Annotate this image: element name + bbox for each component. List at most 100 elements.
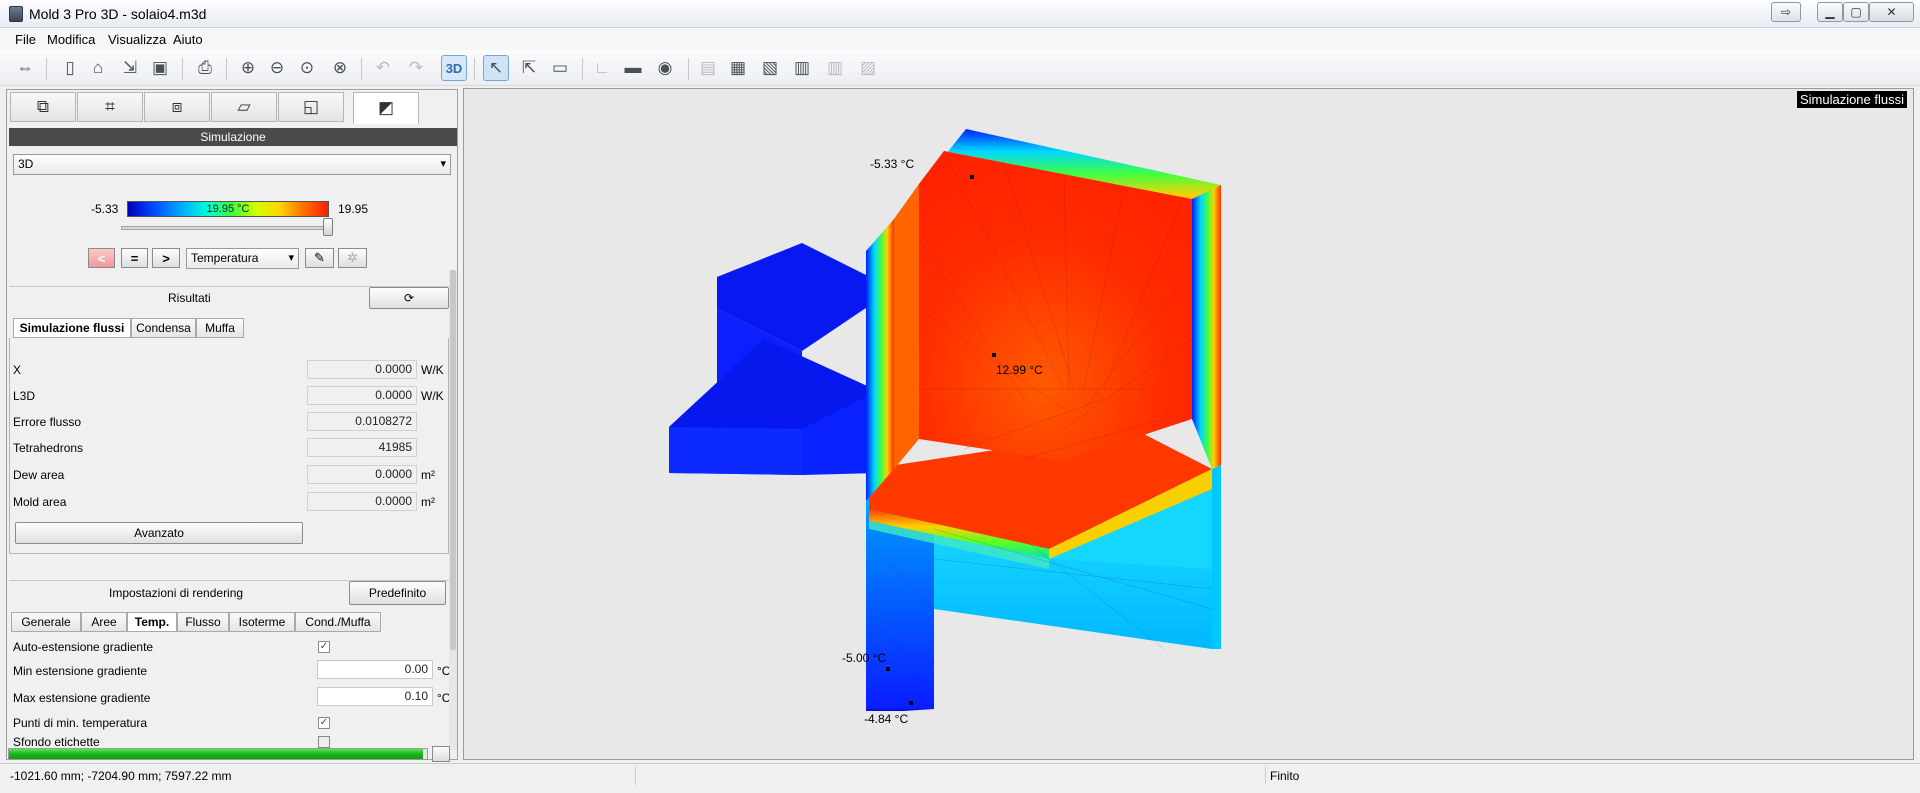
result-label-errore-flusso: Errore flusso — [13, 415, 82, 429]
import-icon[interactable]: ⇲ — [117, 55, 143, 81]
result-label-x: X — [13, 363, 22, 377]
menu-visualizza[interactable]: Visualizza — [108, 32, 166, 47]
left-panel: ⧉ ⌗ ⧈ ▱ ◱ ◩ Simulazione 3D -5.33 19.95 °… — [6, 89, 458, 760]
report-table-icon[interactable]: ▦ — [725, 55, 751, 81]
eyedropper-button[interactable]: ✎ — [305, 248, 334, 268]
status-state: Finito — [1270, 769, 1300, 783]
print-icon[interactable]: ⎙ — [192, 55, 218, 81]
measure-icon[interactable]: ▭ — [547, 55, 573, 81]
save-icon[interactable]: ▣ — [147, 55, 173, 81]
result-value-tetrahedrons: 41985 — [307, 438, 417, 457]
scale-slider-thumb[interactable] — [323, 218, 333, 236]
pan-icon[interactable]: ⇔ — [12, 55, 38, 81]
simulation-icon: ◩ — [377, 98, 395, 117]
menu-bar: File Modifica Visualizza Aiuto — [0, 28, 1920, 50]
viewport-3d[interactable]: -5.33 °C 12.99 °C -5.00 °C -4.84 °C Simu… — [463, 88, 1914, 760]
report-disabled-icon[interactable]: ▨ — [855, 55, 881, 81]
minimize-button[interactable]: ▁ — [1817, 2, 1843, 22]
new-file-icon[interactable]: ▯ — [57, 55, 83, 81]
scale-slider-track[interactable] — [121, 226, 333, 230]
redo-icon[interactable]: ↷ — [403, 55, 429, 81]
result-label-mold-area: Mold area — [13, 495, 67, 509]
view-3d-button[interactable]: 3D — [441, 55, 467, 81]
close-button[interactable]: ✕ — [1869, 2, 1914, 22]
menu-modifica[interactable]: Modifica — [47, 32, 95, 47]
setting-label-min-temp-points: Punti di min. temperatura — [13, 716, 148, 730]
open-file-icon[interactable]: ⌂ — [85, 55, 111, 81]
dimension-icon[interactable]: ∟ — [589, 55, 615, 81]
progress-bar — [8, 748, 428, 760]
tab-condensa[interactable]: Condensa — [131, 318, 196, 338]
equal-button[interactable]: = — [121, 248, 148, 268]
quantity-select[interactable]: Temperatura — [186, 248, 299, 269]
zoom-window-icon[interactable]: ⊗ — [327, 55, 353, 81]
prev-button[interactable]: < — [88, 248, 115, 268]
arrow-icon: ⇨ — [1780, 5, 1792, 19]
result-label-dew-area: Dew area — [13, 468, 65, 482]
title-bar: Mold 3 Pro 3D - solaio4.m3d ⇨ ▁ ▢ ✕ — [0, 0, 1920, 28]
view-mode-select[interactable]: 3D — [13, 154, 451, 175]
zoom-fit-icon[interactable]: ⊙ — [294, 55, 320, 81]
chart-disabled-icon[interactable]: ▥ — [822, 55, 848, 81]
settings-button[interactable]: ✲ — [338, 248, 367, 268]
visibility-icon[interactable]: ◉ — [652, 55, 678, 81]
comment-icon[interactable]: ▬ — [620, 55, 646, 81]
chart-icon[interactable]: ▥ — [789, 55, 815, 81]
report-icon[interactable]: ▤ — [695, 55, 721, 81]
tab-geometry[interactable]: ⧉ — [10, 92, 76, 122]
tab-generale[interactable]: Generale — [11, 612, 81, 632]
undo-icon[interactable]: ↶ — [370, 55, 396, 81]
tab-flusso[interactable]: Flusso — [177, 612, 229, 632]
tab-simulation[interactable]: ◩ — [353, 92, 419, 124]
advanced-button[interactable]: Avanzato — [15, 522, 303, 544]
status-bar: -1021.60 mm; -7204.90 mm; 7597.22 mm Fin… — [0, 763, 1920, 787]
tab-dimensions[interactable]: ⌗ — [77, 92, 143, 122]
close-icon: ✕ — [1886, 5, 1897, 19]
tab-isoterme[interactable]: Isoterme — [229, 612, 295, 632]
rendering-header: Impostazioni di rendering — [109, 586, 244, 600]
tab-muffa[interactable]: Muffa — [196, 318, 244, 338]
max-extension-input[interactable]: 0.10 — [317, 687, 433, 706]
tab-layers[interactable]: ▱ — [211, 92, 277, 122]
boundary-icon: ◱ — [302, 97, 320, 116]
tab-aree[interactable]: Aree — [81, 612, 127, 632]
eyedropper-icon: ✎ — [314, 250, 325, 265]
select-icon[interactable]: ↖ — [483, 55, 509, 81]
tab-temp[interactable]: Temp. — [127, 612, 177, 632]
auto-extension-checkbox[interactable]: ✓ — [318, 641, 330, 653]
next-button[interactable]: > — [152, 248, 180, 268]
color-scale-bar: 19.95 °C — [127, 201, 329, 217]
minimize-icon: ▁ — [1825, 5, 1835, 19]
results-header: Risultati — [168, 291, 211, 305]
gear-icon: ✲ — [347, 250, 358, 265]
label-background-checkbox[interactable] — [318, 736, 330, 748]
min-extension-input[interactable]: 0.00 — [317, 660, 433, 679]
panel-scrollbar-thumb[interactable] — [450, 270, 456, 650]
menu-aiuto[interactable]: Aiuto — [173, 32, 203, 47]
zoom-in-icon[interactable]: ⊕ — [235, 55, 261, 81]
temp-label-top: -5.33 °C — [870, 157, 915, 171]
menu-file[interactable]: File — [15, 32, 36, 47]
tab-boundary[interactable]: ◱ — [278, 92, 344, 122]
status-middle — [636, 767, 1266, 785]
result-value-errore-flusso: 0.0108272 — [307, 412, 417, 431]
tab-materials[interactable]: ⧈ — [144, 92, 210, 122]
materials-icon: ⧈ — [171, 97, 183, 116]
window-extra-button[interactable]: ⇨ — [1771, 2, 1801, 22]
temp-marker-1 — [970, 175, 974, 179]
result-unit-dew-area: m² — [421, 468, 435, 482]
tab-cond-muffa[interactable]: Cond./Muffa — [295, 612, 381, 632]
tab-simulazione-flussi[interactable]: Simulazione flussi — [13, 318, 131, 338]
refresh-button[interactable]: ⟳ — [369, 287, 449, 309]
result-unit-mold-area: m² — [421, 495, 435, 509]
result-label-l3d: L3D — [13, 389, 36, 403]
temp-label-column: -5.00 °C — [842, 651, 887, 665]
select-add-icon[interactable]: ⇱ — [516, 55, 542, 81]
min-temp-points-checkbox[interactable]: ✓ — [318, 717, 330, 729]
maximize-button[interactable]: ▢ — [1843, 2, 1869, 22]
zoom-out-icon[interactable]: ⊖ — [264, 55, 290, 81]
stop-button[interactable] — [432, 746, 450, 762]
report-export-icon[interactable]: ▧ — [757, 55, 783, 81]
temp-marker-3 — [886, 667, 890, 671]
default-button[interactable]: Predefinito — [349, 581, 446, 605]
